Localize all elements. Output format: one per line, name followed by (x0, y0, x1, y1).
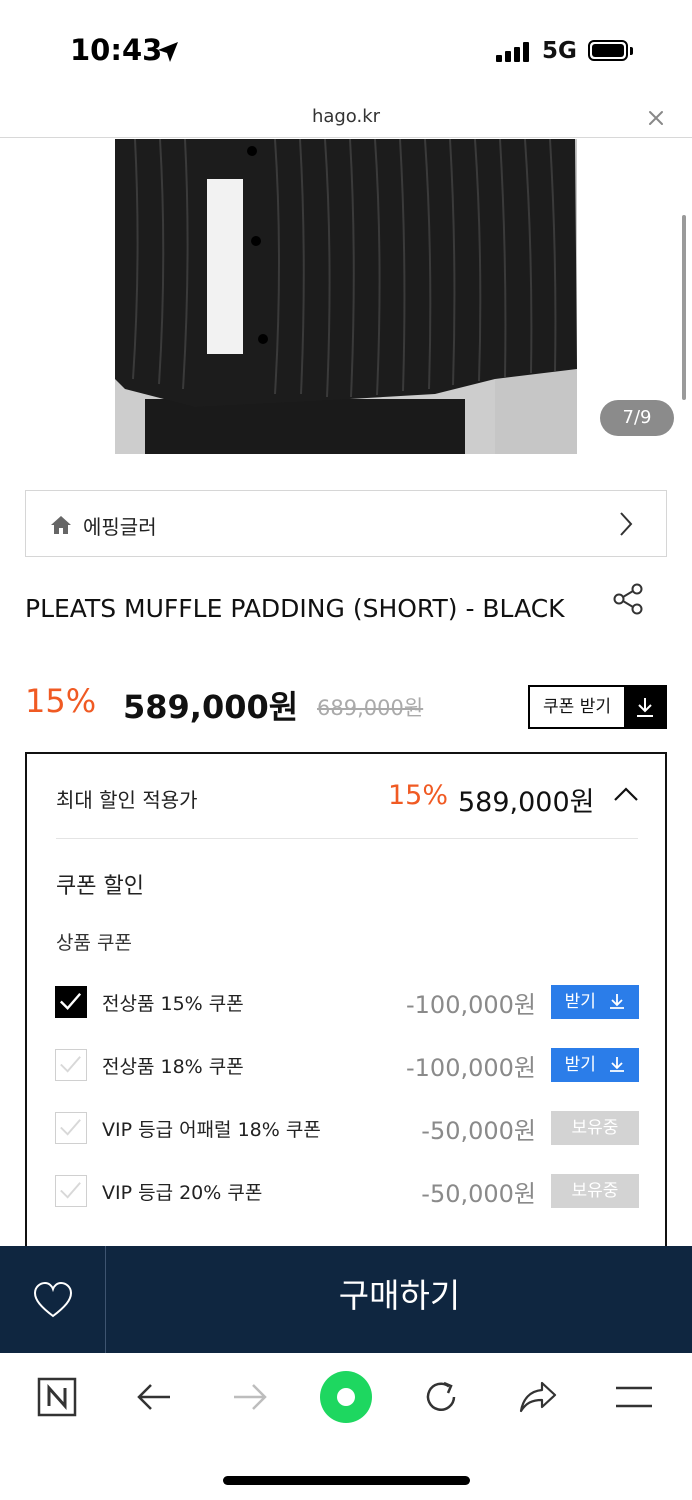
forward-arrow-icon[interactable] (228, 1375, 272, 1419)
product-coupon-label: 상품 쿠폰 (56, 932, 132, 954)
coupon-owned-badge: 보유중 (551, 1111, 639, 1145)
sale-price: 589,000원 (123, 688, 299, 726)
coupon-name: VIP 등급 20% 쿠폰 (102, 1182, 263, 1204)
refresh-icon[interactable] (419, 1375, 463, 1419)
chevron-right-icon (620, 512, 633, 536)
download-icon (624, 687, 665, 727)
menu-icon[interactable] (612, 1375, 656, 1419)
home-icon (51, 516, 71, 534)
status-bar: 10:43 5G (0, 0, 692, 100)
max-discount-rate: 15% (388, 780, 449, 811)
coupon-row[interactable]: VIP 등급 20% 쿠폰 -50,000원 보유중 (55, 1174, 639, 1208)
close-icon[interactable] (646, 108, 666, 128)
network-type: 5G (542, 38, 577, 64)
buy-bar: 구매하기 (0, 1246, 692, 1353)
coupon-download-button[interactable]: 쿠폰 받기 (528, 685, 667, 729)
coupon-checkbox[interactable] (55, 1112, 87, 1144)
product-title: PLEATS MUFFLE PADDING (SHORT) - BLACK (25, 594, 565, 623)
green-home-icon[interactable] (318, 1369, 374, 1425)
wishlist-button[interactable] (0, 1246, 106, 1353)
coupon-amount: -50,000원 (421, 1180, 536, 1208)
home-indicator (223, 1476, 470, 1485)
coupon-download-label: 쿠폰 받기 (543, 697, 611, 717)
max-discount-price: 589,000원 (458, 787, 595, 818)
discount-panel: 최대 할인 적용가 15% 589,000원 쿠폰 할인 상품 쿠폰 전상품 1… (25, 752, 667, 1312)
coupon-get-label: 받기 (564, 992, 596, 1012)
share-icon[interactable] (611, 582, 645, 616)
product-photo (115, 139, 577, 454)
coupon-get-label: 받기 (564, 1055, 596, 1075)
scroll-indicator (682, 215, 686, 400)
original-price: 689,000원 (317, 696, 424, 720)
coupon-name: VIP 등급 어패럴 18% 쿠폰 (102, 1119, 321, 1141)
url-text[interactable]: hago.kr (0, 106, 692, 127)
coupon-section-title: 쿠폰 할인 (56, 874, 144, 899)
battery-tip (630, 47, 633, 55)
download-icon (610, 994, 625, 1009)
product-image[interactable] (115, 139, 577, 454)
coupon-checkbox[interactable] (55, 1049, 87, 1081)
coupon-name: 전상품 15% 쿠폰 (102, 993, 244, 1015)
divider (56, 838, 638, 839)
buy-button[interactable]: 구매하기 (107, 1246, 692, 1346)
share-icon[interactable] (516, 1375, 560, 1419)
coupon-checkbox[interactable] (55, 1175, 87, 1207)
coupon-row[interactable]: 전상품 18% 쿠폰 -100,000원 받기 (55, 1048, 639, 1082)
status-time: 10:43 (70, 33, 163, 67)
coupon-checkbox[interactable] (55, 986, 87, 1018)
coupon-row[interactable]: VIP 등급 어패럴 18% 쿠폰 -50,000원 보유중 (55, 1111, 639, 1145)
signal-icon (496, 42, 529, 62)
max-discount-label: 최대 할인 적용가 (56, 788, 198, 812)
coupon-row[interactable]: 전상품 15% 쿠폰 -100,000원 받기 (55, 985, 639, 1019)
chevron-up-icon[interactable] (613, 786, 639, 802)
location-arrow-icon (158, 42, 178, 62)
coupon-owned-badge: 보유중 (551, 1174, 639, 1208)
brand-link[interactable]: 에핑글러 (25, 490, 667, 557)
back-arrow-icon[interactable] (132, 1375, 176, 1419)
coupon-amount: -50,000원 (421, 1117, 536, 1145)
coupon-get-button[interactable]: 받기 (551, 1048, 639, 1082)
coupon-amount: -100,000원 (406, 1054, 536, 1082)
image-counter: 7/9 (600, 400, 674, 436)
url-bar[interactable]: hago.kr (0, 100, 692, 138)
coupon-name: 전상품 18% 쿠폰 (102, 1056, 244, 1078)
battery-icon (588, 40, 628, 61)
heart-icon (33, 1281, 72, 1317)
brand-name: 에핑글러 (83, 515, 157, 539)
coupon-get-button[interactable]: 받기 (551, 985, 639, 1019)
coupon-amount: -100,000원 (406, 991, 536, 1019)
naver-icon[interactable] (35, 1375, 79, 1419)
discount-rate: 15% (25, 682, 97, 720)
download-icon (610, 1057, 625, 1072)
